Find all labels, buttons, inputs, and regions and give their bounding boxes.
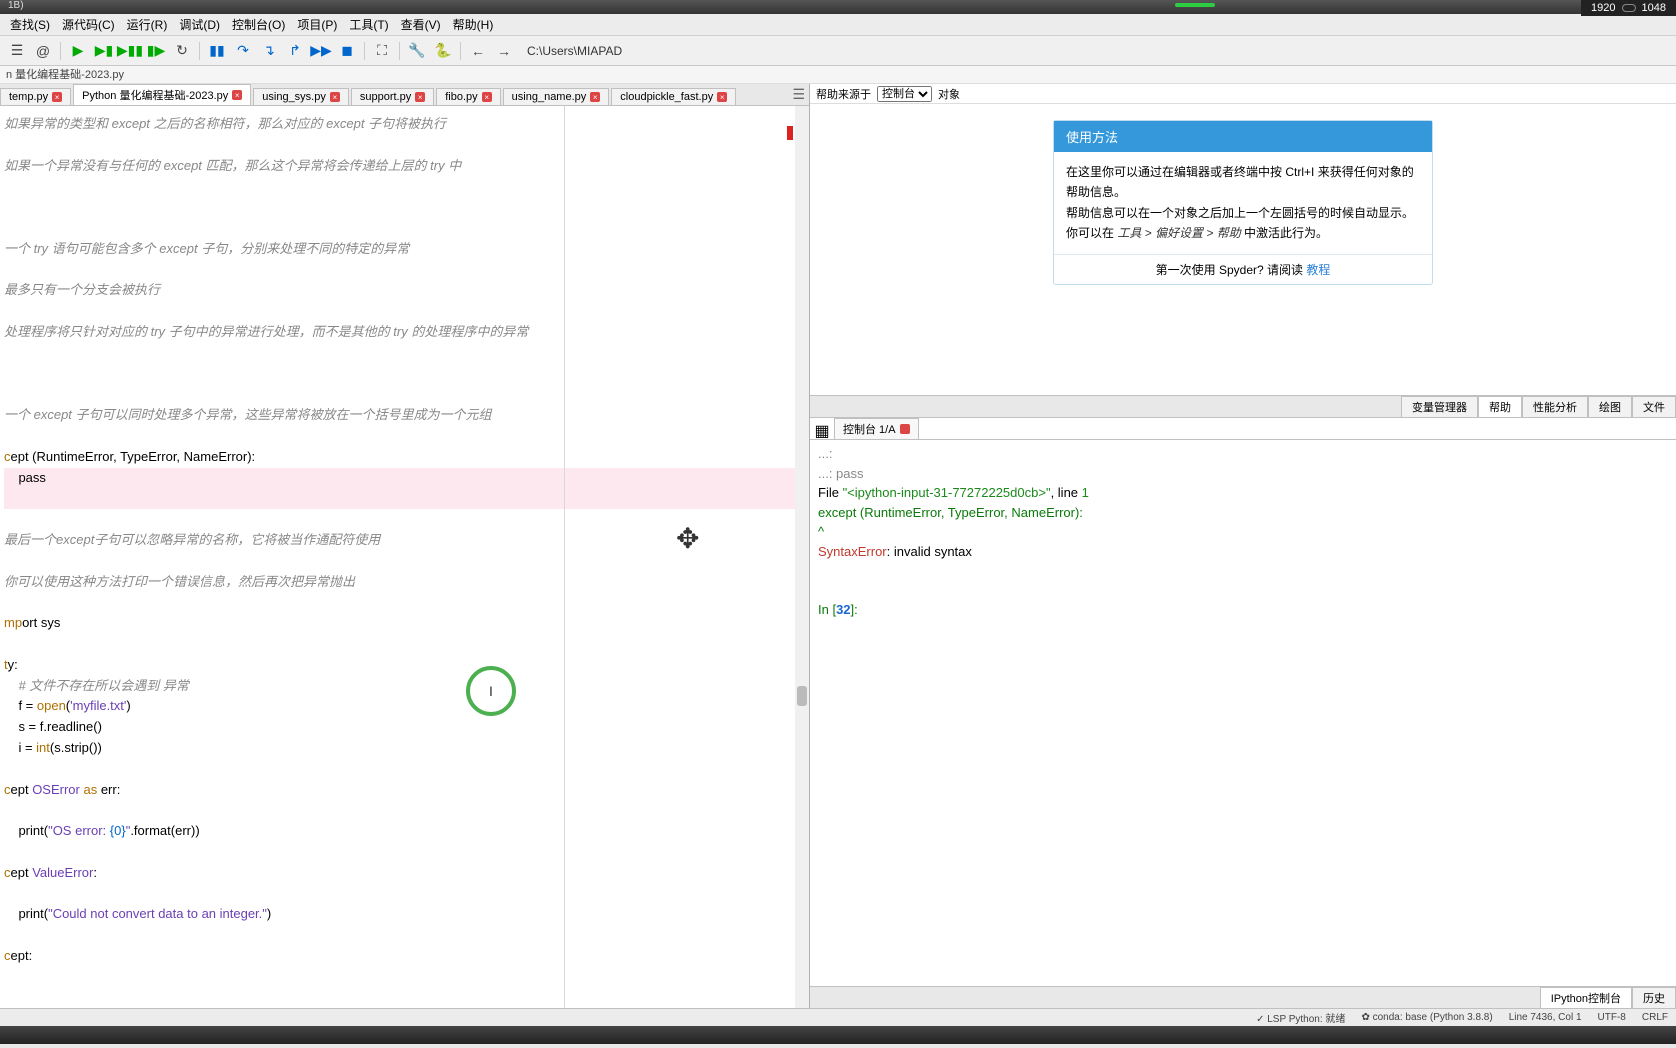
tutorial-link[interactable]: 教程 bbox=[1306, 263, 1330, 277]
close-icon[interactable]: × bbox=[717, 92, 727, 102]
menu-project[interactable]: 项目(P) bbox=[291, 14, 343, 35]
run-icon[interactable]: ▶ bbox=[67, 40, 89, 62]
wrench-icon[interactable]: 🔧 bbox=[406, 40, 428, 62]
step-into-icon[interactable]: ↴ bbox=[258, 40, 280, 62]
close-icon[interactable] bbox=[900, 424, 910, 434]
main-area: temp.py× Python 量化编程基础-2023.py× using_sy… bbox=[0, 84, 1676, 1008]
tab-help[interactable]: 帮助 bbox=[1478, 396, 1522, 417]
editor-scrollbar[interactable] bbox=[795, 106, 809, 1008]
conda-status[interactable]: ✿ conda: base (Python 3.8.8) bbox=[1361, 1012, 1492, 1023]
tab-variables[interactable]: 变量管理器 bbox=[1401, 396, 1478, 417]
atsign-icon[interactable]: @ bbox=[32, 40, 54, 62]
cursor-position[interactable]: Line 7436, Col 1 bbox=[1509, 1012, 1582, 1023]
run-cell-icon[interactable]: ▶▮ bbox=[93, 40, 115, 62]
toolbar: ☰ @ ▶ ▶▮ ▶▮▮ ▮▶ ↻ ▮▮ ↷ ↴ ↱ ▶▶ ◼ ⛶ 🔧 🐍 ← … bbox=[0, 36, 1676, 66]
tab-profiler[interactable]: 性能分析 bbox=[1522, 396, 1588, 417]
fullscreen-icon[interactable]: ⛶ bbox=[371, 40, 393, 62]
file-tab[interactable]: using_sys.py× bbox=[253, 88, 349, 105]
close-icon[interactable]: × bbox=[232, 90, 242, 100]
run-selection-icon[interactable]: ▮▶ bbox=[145, 40, 167, 62]
debug-pause-icon[interactable]: ▮▮ bbox=[206, 40, 228, 62]
menu-bar: 查找(S) 源代码(C) 运行(R) 调试(D) 控制台(O) 项目(P) 工具… bbox=[0, 14, 1676, 36]
stop-icon[interactable]: ◼ bbox=[336, 40, 358, 62]
right-pane: 帮助来源于 控制台 对象 使用方法 在这里你可以通过在编辑器或者终端中按 Ctr… bbox=[810, 84, 1676, 1008]
editor-pane: temp.py× Python 量化编程基础-2023.py× using_sy… bbox=[0, 84, 810, 1008]
file-tab[interactable]: support.py× bbox=[351, 88, 434, 105]
tab-menu-icon[interactable]: ☰ bbox=[792, 86, 805, 103]
help-card-title: 使用方法 bbox=[1054, 121, 1432, 152]
help-source-select[interactable]: 控制台 bbox=[877, 86, 932, 102]
help-toolbar: 帮助来源于 控制台 对象 bbox=[810, 84, 1676, 104]
tab-files[interactable]: 文件 bbox=[1632, 396, 1676, 417]
console-options-icon[interactable]: ▦ bbox=[814, 423, 830, 439]
encoding[interactable]: UTF-8 bbox=[1598, 1012, 1626, 1023]
back-icon[interactable]: ← bbox=[467, 40, 489, 62]
step-out-icon[interactable]: ↱ bbox=[284, 40, 306, 62]
file-tabs: temp.py× Python 量化编程基础-2023.py× using_sy… bbox=[0, 84, 809, 106]
cwd-path[interactable]: C:\Users\MIAPAD bbox=[527, 44, 622, 58]
separator bbox=[364, 42, 365, 60]
file-path-bar: n 量化编程基础-2023.py bbox=[0, 66, 1676, 84]
code-editor[interactable]: 如果异常的类型和 except 之后的名称相符，那么对应的 except 子句将… bbox=[0, 106, 809, 1008]
help-card-footer: 第一次使用 Spyder? 请阅读 教程 bbox=[1054, 254, 1432, 284]
progress-indicator bbox=[1175, 3, 1215, 7]
run-cell-advance-icon[interactable]: ▶▮▮ bbox=[119, 40, 141, 62]
bg-tab: 1B) bbox=[0, 0, 32, 11]
tab-plots[interactable]: 绘图 bbox=[1588, 396, 1632, 417]
help-body: 使用方法 在这里你可以通过在编辑器或者终端中按 Ctrl+I 来获得任何对象的帮… bbox=[810, 104, 1676, 396]
menu-find[interactable]: 查找(S) bbox=[4, 14, 56, 35]
scrollbar-thumb[interactable] bbox=[797, 686, 807, 706]
menu-tools[interactable]: 工具(T) bbox=[343, 14, 394, 35]
menu-console[interactable]: 控制台(O) bbox=[226, 14, 291, 35]
tab-history[interactable]: 历史 bbox=[1632, 987, 1676, 1008]
link-icon bbox=[1622, 4, 1636, 12]
debug-step-icon[interactable]: ↷ bbox=[232, 40, 254, 62]
file-tab[interactable]: fibo.py× bbox=[436, 88, 500, 105]
separator bbox=[199, 42, 200, 60]
file-tab[interactable]: temp.py× bbox=[0, 88, 71, 105]
menu-help[interactable]: 帮助(H) bbox=[447, 14, 500, 35]
close-icon[interactable]: × bbox=[482, 92, 492, 102]
console-bottom-tabs: IPython控制台 历史 bbox=[810, 986, 1676, 1008]
console-tab[interactable]: 控制台 1/A bbox=[834, 418, 919, 439]
separator bbox=[399, 42, 400, 60]
menu-view[interactable]: 查看(V) bbox=[395, 14, 447, 35]
menu-run[interactable]: 运行(R) bbox=[121, 14, 174, 35]
close-icon[interactable]: × bbox=[52, 92, 62, 102]
ipython-console[interactable]: ...: ...: pass File "<ipython-input-31-7… bbox=[810, 440, 1676, 986]
close-icon[interactable]: × bbox=[590, 92, 600, 102]
separator bbox=[460, 42, 461, 60]
os-top-strip: 1B) 1920 1048 bbox=[0, 0, 1676, 14]
help-card: 使用方法 在这里你可以通过在编辑器或者终端中按 Ctrl+I 来获得任何对象的帮… bbox=[1053, 120, 1433, 285]
tab-ipython[interactable]: IPython控制台 bbox=[1540, 987, 1632, 1008]
file-tab[interactable]: using_name.py× bbox=[503, 88, 610, 105]
rerun-icon[interactable]: ↻ bbox=[171, 40, 193, 62]
close-icon[interactable]: × bbox=[330, 92, 340, 102]
resolution-badge: 1920 1048 bbox=[1581, 0, 1676, 16]
ruler-line bbox=[564, 106, 565, 1008]
forward-icon[interactable]: → bbox=[493, 40, 515, 62]
os-taskbar bbox=[0, 1026, 1676, 1044]
help-card-body: 在这里你可以通过在编辑器或者终端中按 Ctrl+I 来获得任何对象的帮助信息。 … bbox=[1054, 152, 1432, 254]
console-tabstrip: ▦ 控制台 1/A bbox=[810, 418, 1676, 440]
eol[interactable]: CRLF bbox=[1642, 1012, 1668, 1023]
python-icon[interactable]: 🐍 bbox=[432, 40, 454, 62]
status-bar: ✓ LSP Python: 就绪 ✿ conda: base (Python 3… bbox=[0, 1008, 1676, 1026]
lsp-status[interactable]: ✓ LSP Python: 就绪 bbox=[1256, 1010, 1345, 1025]
menu-source[interactable]: 源代码(C) bbox=[56, 14, 121, 35]
separator bbox=[60, 42, 61, 60]
outline-icon[interactable]: ☰ bbox=[6, 40, 28, 62]
panel-tabs: 变量管理器 帮助 性能分析 绘图 文件 bbox=[810, 396, 1676, 418]
file-tab[interactable]: cloudpickle_fast.py× bbox=[611, 88, 736, 105]
error-marker bbox=[787, 126, 793, 140]
file-tab-active[interactable]: Python 量化编程基础-2023.py× bbox=[73, 84, 251, 105]
menu-debug[interactable]: 调试(D) bbox=[173, 14, 226, 35]
continue-icon[interactable]: ▶▶ bbox=[310, 40, 332, 62]
close-icon[interactable]: × bbox=[415, 92, 425, 102]
